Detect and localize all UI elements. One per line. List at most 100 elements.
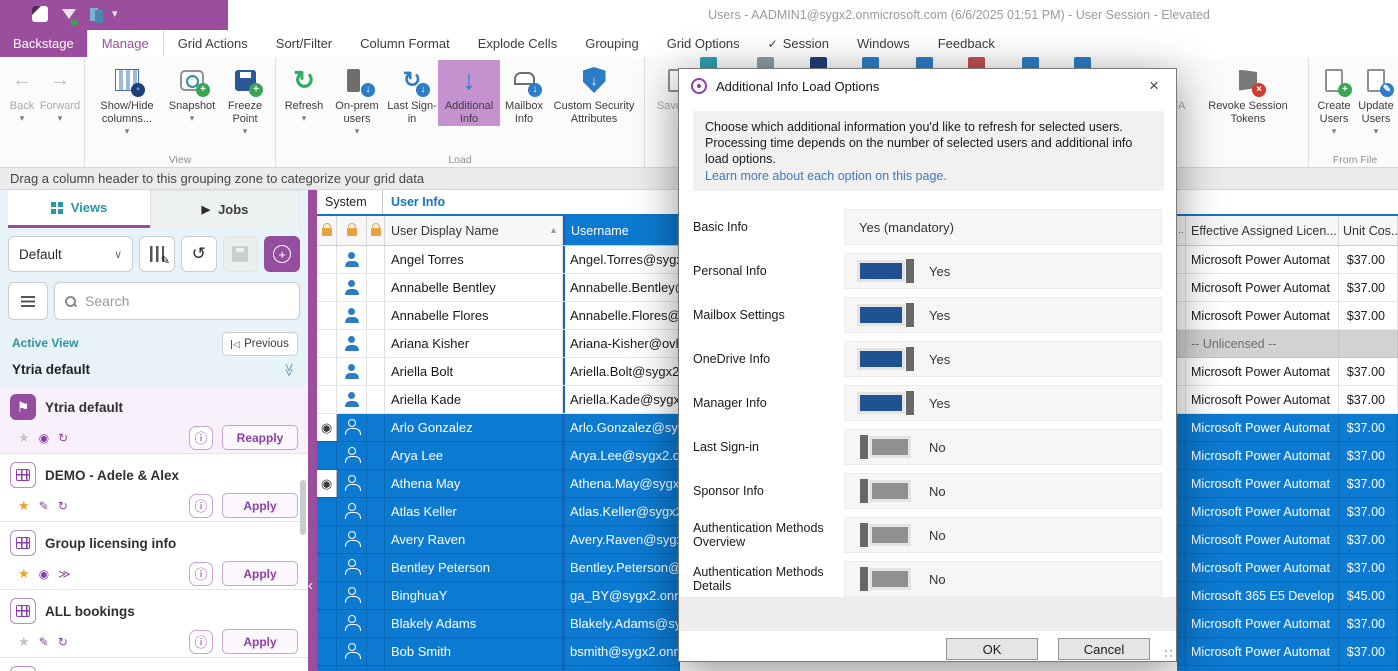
- view-item-group-licensing-info[interactable]: Group licensing info★◉≫ⓘApply: [0, 522, 308, 590]
- edit-views-button[interactable]: [139, 236, 175, 272]
- license-row[interactable]: Microsoft Power Automat$37.00: [1177, 442, 1398, 470]
- column-header-username[interactable]: Username: [563, 216, 680, 245]
- license-row[interactable]: Microsoft Power Automat$37.00: [1177, 610, 1398, 638]
- cancel-button[interactable]: Cancel: [1058, 638, 1150, 660]
- tab-grid-actions[interactable]: Grid Actions: [164, 30, 262, 57]
- custom-security-attributes-button[interactable]: ↓Custom Security Attributes: [548, 60, 640, 126]
- info-button[interactable]: ⓘ: [189, 630, 213, 654]
- user-row-arlo-gonzalez[interactable]: ◉Arlo GonzalezArlo.Gonzalez@syg: [317, 414, 680, 442]
- license-row[interactable]: Microsoft Power Automat$37.00: [1177, 358, 1398, 386]
- ok-button[interactable]: OK: [946, 638, 1038, 660]
- last-sign-in-button[interactable]: ↻↓Last Sign-in: [386, 60, 438, 126]
- user-row-ariella-bolt[interactable]: Ariella BoltAriella.Bolt@sygx2.: [317, 358, 680, 386]
- user-row-annabelle-bentley[interactable]: Annabelle BentleyAnnabelle.Bentley@: [317, 274, 680, 302]
- license-row[interactable]: Microsoft 365 E5 Develop$45.00: [1177, 582, 1398, 610]
- user-row[interactable]: [317, 666, 680, 671]
- option-control[interactable]: No: [844, 473, 1162, 509]
- panel-splitter[interactable]: ‹: [308, 190, 317, 671]
- previous-view-button[interactable]: ◁ Previous: [222, 332, 298, 356]
- user-row-arya-lee[interactable]: Arya LeeArya.Lee@sygx2.on: [317, 442, 680, 470]
- toggle-yes[interactable]: [857, 302, 915, 328]
- refresh-button[interactable]: ↻Refresh▾: [280, 60, 328, 123]
- user-row-bob-smith[interactable]: Bob Smithbsmith@sygx2.onm: [317, 638, 680, 666]
- create-users-button[interactable]: +Create Users▾: [1313, 60, 1355, 136]
- apply-button[interactable]: Apply: [222, 629, 298, 654]
- lock-column-header[interactable]: [337, 216, 367, 245]
- toggle-no[interactable]: [857, 522, 915, 548]
- collapse-panel-icon[interactable]: ‹: [308, 578, 313, 593]
- option-control[interactable]: Yes: [844, 341, 1162, 377]
- license-row[interactable]: Microsoft Power Automat$37.00: [1177, 638, 1398, 666]
- tab-feedback[interactable]: Feedback: [924, 30, 1009, 57]
- tab-grouping[interactable]: Grouping: [571, 30, 652, 57]
- qat-dropdown-caret-icon[interactable]: ▾: [112, 6, 118, 22]
- additional-info-button[interactable]: ↓Additional Info: [438, 60, 500, 126]
- license-row[interactable]: Microsoft Power Automat$37.00: [1177, 246, 1398, 274]
- toggle-no[interactable]: [857, 434, 915, 460]
- apply-button[interactable]: Apply: [222, 561, 298, 586]
- collapse-chevrons-icon[interactable]: ≫: [281, 363, 297, 377]
- tab-jobs[interactable]: ▶ Jobs: [150, 190, 300, 228]
- add-view-button[interactable]: +: [264, 236, 300, 272]
- user-row-atlas-keller[interactable]: Atlas KellerAtlas.Keller@sygx2: [317, 498, 680, 526]
- view-item-all-bookings[interactable]: ALL bookings★✎↻ⓘApply: [0, 590, 308, 658]
- user-row-binghuay[interactable]: BinghuaYga_BY@sygx2.onmi: [317, 582, 680, 610]
- filter-check-icon[interactable]: [62, 9, 76, 19]
- license-row[interactable]: Microsoft Power Automat$37.00: [1177, 498, 1398, 526]
- close-icon[interactable]: ×: [1142, 74, 1166, 98]
- filter-button[interactable]: [8, 282, 48, 320]
- user-row-avery-raven[interactable]: Avery RavenAvery.Raven@sygx: [317, 526, 680, 554]
- license-row[interactable]: Microsoft Power Automat$37.00: [1177, 386, 1398, 414]
- freeze-point-button[interactable]: +Freeze Point▾: [219, 60, 271, 136]
- license-row[interactable]: Microsoft Power Automat$37.00: [1177, 274, 1398, 302]
- column-header-effective-assigned-licenses[interactable]: Effective Assigned Licen...: [1186, 216, 1339, 245]
- license-row[interactable]: -- Unlicensed --: [1177, 330, 1398, 358]
- toggle-no[interactable]: [857, 478, 915, 504]
- license-row[interactable]: Microsoft Power Automat$37.00: [1177, 302, 1398, 330]
- license-row[interactable]: Microsoft Power Automat$37.00: [1177, 470, 1398, 498]
- undo-button[interactable]: ↺: [181, 236, 217, 272]
- sidebar-scrollbar-thumb[interactable]: [300, 480, 306, 535]
- apply-button[interactable]: Apply: [222, 493, 298, 518]
- toggle-no[interactable]: [857, 566, 915, 592]
- option-control[interactable]: No: [844, 429, 1162, 465]
- column-header-user-display-name[interactable]: User Display Name ▴: [385, 216, 563, 245]
- user-row-ariana-kisher[interactable]: Ariana KisherAriana-Kisher@ovh: [317, 330, 680, 358]
- learn-more-link[interactable]: Learn more about each option on this pag…: [705, 168, 1152, 184]
- search-input[interactable]: Search: [54, 282, 300, 320]
- revoke-session-tokens-button[interactable]: ×Revoke Session Tokens: [1192, 60, 1304, 126]
- option-control[interactable]: Yes: [844, 385, 1162, 421]
- mailbox-info-button[interactable]: ↓Mailbox Info: [500, 60, 548, 126]
- lock-column-header[interactable]: [367, 216, 385, 245]
- tab-manage[interactable]: Manage: [87, 30, 164, 57]
- user-row-annabelle-flores[interactable]: Annabelle FloresAnnabelle.Flores@s: [317, 302, 680, 330]
- option-control[interactable]: No: [844, 561, 1162, 597]
- view-selector[interactable]: Default ∨: [8, 236, 133, 272]
- option-control[interactable]: Yes: [844, 297, 1162, 333]
- toggle-yes[interactable]: [857, 258, 915, 284]
- tab-backstage[interactable]: Backstage: [0, 30, 87, 57]
- on-prem-users-button[interactable]: ↓On-prem users▾: [328, 60, 386, 136]
- user-row-blakely-adams[interactable]: Blakely AdamsBlakely.Adams@sy: [317, 610, 680, 638]
- user-row-athena-may[interactable]: ◉Athena MayAthena.May@sygx2: [317, 470, 680, 498]
- resize-grip[interactable]: [1164, 649, 1174, 659]
- license-row[interactable]: [1177, 666, 1398, 671]
- user-row-angel-torres[interactable]: Angel TorresAngel.Torres@sygx: [317, 246, 680, 274]
- active-view-name-row[interactable]: Ytria default ≫: [0, 360, 308, 384]
- license-row[interactable]: Microsoft Power Automat$37.00: [1177, 526, 1398, 554]
- user-row-ariella-kade[interactable]: Ariella KadeAriella.Kade@sygx2: [317, 386, 680, 414]
- toggle-yes[interactable]: [857, 390, 915, 416]
- update-users-button[interactable]: ✎Update Users▾: [1355, 60, 1397, 136]
- license-row[interactable]: Microsoft Power Automat$37.00: [1177, 414, 1398, 442]
- show-hide-columns-button[interactable]: ◦Show/Hide columns...▾: [89, 60, 165, 136]
- tab-explode-cells[interactable]: Explode Cells: [464, 30, 572, 57]
- columns-copy-icon[interactable]: [90, 8, 98, 21]
- tab-sort-filter[interactable]: Sort/Filter: [262, 30, 346, 57]
- license-row[interactable]: Microsoft Power Automat$37.00: [1177, 554, 1398, 582]
- tab-grid-options[interactable]: Grid Options: [653, 30, 754, 57]
- tab-session[interactable]: ✓Session: [754, 30, 843, 57]
- view-item-ytria-default[interactable]: ⚑Ytria default★◉↻ⓘReapply: [0, 386, 308, 454]
- column-header-truncated[interactable]: ..: [1177, 216, 1186, 245]
- option-control[interactable]: No: [844, 517, 1162, 553]
- view-item-partial[interactable]: [0, 658, 308, 671]
